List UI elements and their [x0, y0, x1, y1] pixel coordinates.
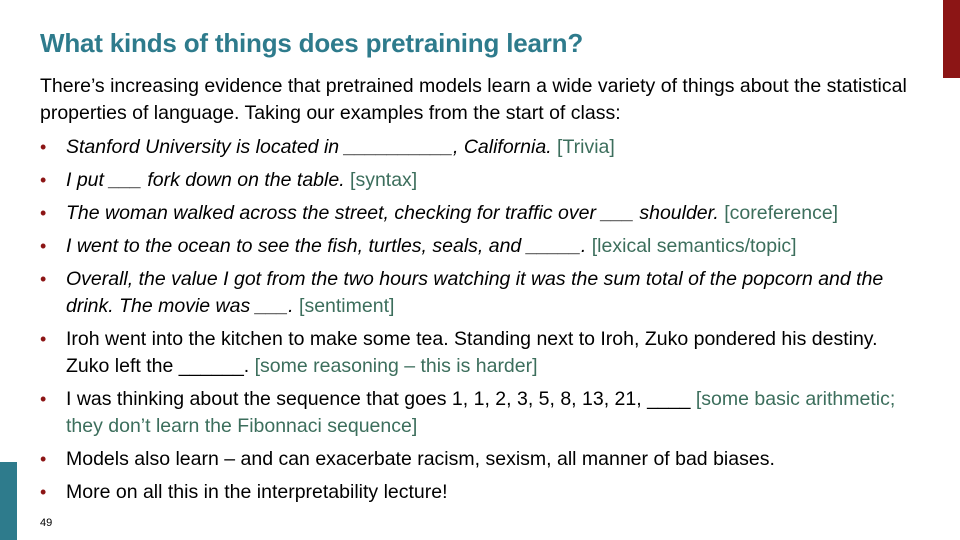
bullet-example: The woman walked across the street, chec…: [66, 202, 719, 224]
bullet-tag: [sentiment]: [299, 295, 395, 317]
bullet-example: Stanford University is located in ______…: [66, 136, 552, 158]
bullet-tag: [coreference]: [724, 202, 839, 224]
bullet-coreference: • The woman walked across the street, ch…: [40, 200, 920, 227]
bullet-example: I put ___ fork down on the table.: [66, 169, 345, 191]
bullet-arithmetic: • I was thinking about the sequence that…: [40, 386, 920, 440]
bullet-list: • Stanford University is located in ____…: [40, 134, 920, 512]
bullet-text: More on all this in the interpretability…: [66, 481, 448, 503]
bottom-left-accent-bar: [0, 462, 17, 540]
bullet-dot-icon: •: [40, 269, 47, 289]
bullet-text: Models also learn – and can exacerbate r…: [66, 448, 775, 470]
bullet-tag: [some reasoning – this is harder]: [254, 355, 538, 377]
top-right-accent-bar: [943, 0, 960, 78]
slide-title: What kinds of things does pretraining le…: [40, 28, 584, 58]
bullet-reasoning: • Iroh went into the kitchen to make som…: [40, 326, 920, 380]
bullet-syntax: • I put ___ fork down on the table. [syn…: [40, 167, 920, 194]
bullet-dot-icon: •: [40, 389, 47, 409]
bullet-example: Overall, the value I got from the two ho…: [66, 268, 884, 317]
bullet-tag: [Trivia]: [557, 136, 615, 158]
bullet-dot-icon: •: [40, 329, 47, 349]
bullet-interpretability: • More on all this in the interpretabili…: [40, 479, 920, 506]
bullet-dot-icon: •: [40, 449, 47, 469]
page-number: 49: [40, 517, 53, 529]
bullet-dot-icon: •: [40, 236, 47, 256]
intro-paragraph: There’s increasing evidence that pretrai…: [40, 75, 907, 124]
bullet-example: I went to the ocean to see the fish, tur…: [66, 235, 587, 257]
bullet-dot-icon: •: [40, 203, 47, 223]
bullet-dot-icon: •: [40, 170, 47, 190]
bullet-dot-icon: •: [40, 137, 47, 157]
bullet-tag: [lexical semantics/topic]: [591, 235, 797, 257]
bullet-dot-icon: •: [40, 482, 47, 502]
bullet-sentiment: • Overall, the value I got from the two …: [40, 266, 920, 320]
bullet-biases: • Models also learn – and can exacerbate…: [40, 446, 920, 473]
bullet-lexical-semantics: • I went to the ocean to see the fish, t…: [40, 233, 920, 260]
bullet-trivia: • Stanford University is located in ____…: [40, 134, 920, 161]
bullet-text: I was thinking about the sequence that g…: [66, 388, 696, 410]
bullet-tag: [syntax]: [350, 169, 418, 191]
